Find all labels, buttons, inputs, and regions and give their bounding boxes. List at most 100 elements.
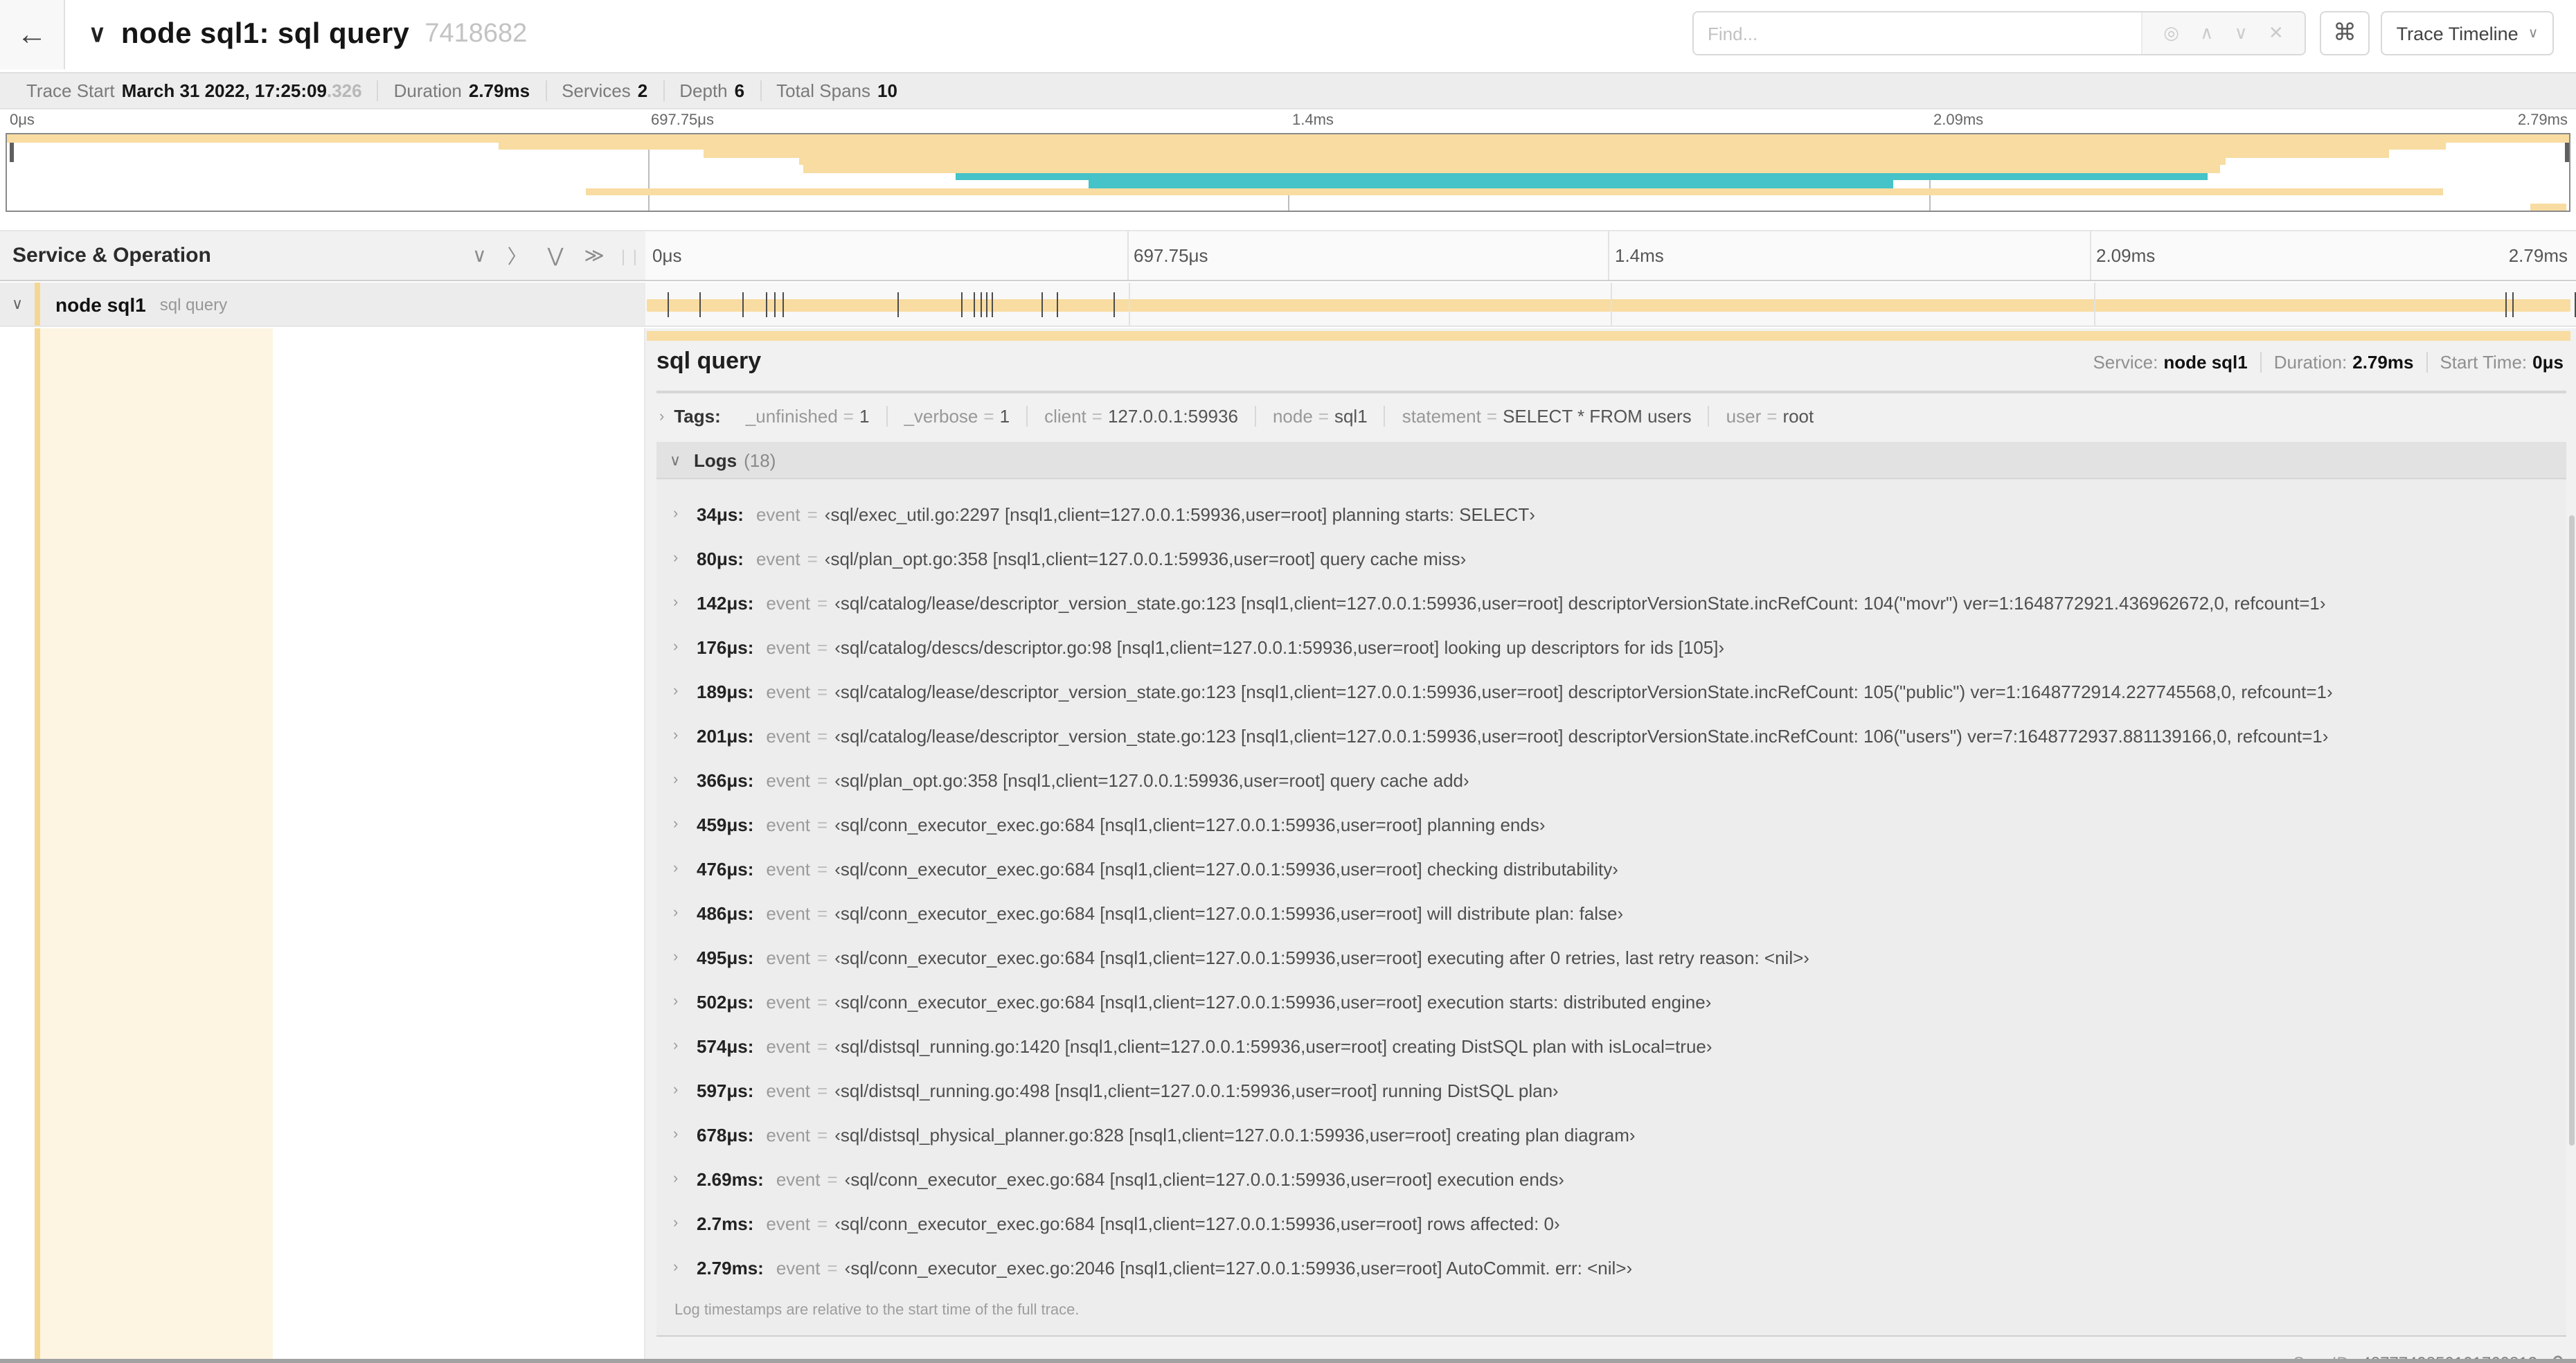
log-field-name: event: [766, 858, 811, 879]
log-entry[interactable]: › 2.7ms: event = ‹sql/conn_executor_exec.go:…: [656, 1201, 2566, 1245]
log-entry[interactable]: › 476μs: event = ‹sql/conn_executor_exec.go:…: [656, 846, 2566, 891]
log-timestamp: 34μs:: [697, 504, 744, 524]
tag-key: user: [1726, 406, 1762, 427]
ruler-gridline: [2089, 231, 2091, 280]
log-timestamp: 80μs:: [697, 548, 744, 569]
log-field-name: event: [766, 902, 811, 923]
span-row: ∨ node sql1 sql query: [0, 283, 2576, 327]
keyboard-shortcuts-button[interactable]: ⌘: [2320, 11, 2370, 55]
minimap-tick-label: 2.79ms: [2517, 112, 2568, 129]
minimap-tick-label: 1.4ms: [1292, 112, 1334, 129]
row-collapse-icon[interactable]: ∨: [0, 295, 35, 313]
log-entry[interactable]: › 2.69ms: event = ‹sql/conn_executor_exec.go…: [656, 1157, 2566, 1201]
tag-key: _verbose: [904, 406, 978, 427]
log-entry[interactable]: › 459μs: event = ‹sql/conn_executor_exec.go:…: [656, 802, 2566, 846]
minimap-span: [955, 172, 2208, 180]
collapse-one-icon[interactable]: ∨: [472, 244, 487, 267]
service-color-stripe: [35, 328, 40, 1359]
prev-match-icon[interactable]: ∧: [2200, 22, 2213, 44]
logs-header[interactable]: ∨ Logs (18): [656, 442, 2566, 479]
trace-id: 7418682: [424, 19, 528, 48]
next-match-icon[interactable]: ∨: [2235, 22, 2248, 44]
log-timestamp: 597μs:: [697, 1080, 754, 1101]
span-row-label[interactable]: ∨ node sql1 sql query: [0, 283, 645, 326]
minimap-span: [798, 157, 2226, 165]
log-entry[interactable]: › 486μs: event = ‹sql/conn_executor_exec.go:…: [656, 891, 2566, 935]
log-entry[interactable]: › 80μs: event = ‹sql/plan_opt.go:358 [nsql1,…: [656, 536, 2566, 580]
tag-list: _unfinished = 1 _verbose = 1 client = 127.0.0.1:…: [729, 406, 1830, 427]
chevron-right-icon: ›: [673, 1259, 679, 1276]
locate-icon[interactable]: ◎: [2163, 22, 2179, 44]
trace-services: Services 2: [546, 80, 665, 101]
trace-summary-bar: Trace Start March 31 2022, 17:25:09.326 D…: [0, 72, 2576, 109]
minimap-span: [7, 134, 2569, 142]
tags-row[interactable]: › Tags: _unfinished = 1 _verbose = 1 client = 12…: [659, 406, 2566, 427]
row-gridline: [2093, 283, 2095, 326]
command-icon: ⌘: [2333, 19, 2356, 46]
collapse-all-icon[interactable]: ⋁: [548, 244, 564, 267]
detail-meta: Service: node sql1 Duration: 2.79ms Start …: [2080, 352, 2566, 373]
detail-duration: Duration: 2.79ms: [2262, 352, 2428, 373]
log-field-name: event: [766, 947, 811, 968]
log-marker: [1057, 292, 1059, 317]
minimap-ruler: 0μs 697.75μs 1.4ms 2.09ms 2.79ms: [6, 111, 2570, 133]
log-entry[interactable]: › 189μs: event = ‹sql/catalog/lease/descript…: [656, 669, 2566, 713]
trace-minimap: 0μs 697.75μs 1.4ms 2.09ms 2.79ms: [0, 111, 2576, 219]
log-timestamp: 142μs:: [697, 592, 754, 613]
log-timestamp: 2.79ms:: [697, 1257, 764, 1278]
logs-footnote: Log timestamps are relative to the start…: [674, 1302, 1080, 1319]
log-equals: =: [817, 725, 828, 746]
log-value: ‹sql/conn_executor_exec.go:684 [nsql1,cl…: [834, 991, 1712, 1012]
minimap-tick-label: 697.75μs: [651, 112, 714, 129]
log-equals: =: [827, 1257, 838, 1278]
log-entry[interactable]: › 34μs: event = ‹sql/exec_util.go:2297 [nsql…: [656, 492, 2566, 536]
log-entry[interactable]: › 2.79ms: event = ‹sql/conn_executor_exec.go…: [656, 1245, 2566, 1290]
log-marker: [667, 292, 669, 317]
find-input[interactable]: [1694, 12, 2141, 54]
column-resize-handle[interactable]: | |: [621, 246, 645, 265]
back-button[interactable]: ←: [0, 0, 65, 69]
log-timestamp: 2.7ms:: [697, 1213, 754, 1233]
view-dropdown-button[interactable]: Trace Timeline ∨: [2381, 11, 2554, 55]
expand-all-icon[interactable]: ≫: [584, 244, 605, 267]
chevron-right-icon: ›: [673, 1082, 679, 1098]
log-marker: [742, 292, 744, 317]
tag-key: statement: [1402, 406, 1481, 427]
log-entry[interactable]: › 366μs: event = ‹sql/plan_opt.go:358 [nsql1…: [656, 758, 2566, 802]
span-detail-area: sql query Service: node sql1 Duration: 2.7…: [0, 328, 2576, 1363]
log-equals: =: [817, 769, 828, 790]
log-entry[interactable]: › 495μs: event = ‹sql/conn_executor_exec.go:…: [656, 935, 2566, 979]
span-duration-bar[interactable]: [647, 299, 2570, 312]
log-equals: =: [817, 1080, 828, 1101]
tag-value: SELECT * FROM users: [1503, 406, 1692, 427]
log-value: ‹sql/catalog/lease/descriptor_version_st…: [834, 592, 2326, 613]
clear-search-icon[interactable]: ✕: [2269, 22, 2284, 44]
log-value: ‹sql/catalog/lease/descriptor_version_st…: [834, 725, 2329, 746]
minimap-canvas[interactable]: [6, 133, 2570, 212]
log-entry[interactable]: › 597μs: event = ‹sql/distsql_running.go:498…: [656, 1068, 2566, 1112]
detail-left-column: [0, 328, 645, 1359]
log-equals: =: [817, 902, 828, 923]
log-entry[interactable]: › 201μs: event = ‹sql/catalog/lease/descript…: [656, 713, 2566, 758]
log-entry[interactable]: › 678μs: event = ‹sql/distsql_physical_plann…: [656, 1112, 2566, 1157]
tag-key: _unfinished: [745, 406, 838, 427]
chevron-right-icon: ›: [673, 683, 679, 700]
log-entry[interactable]: › 142μs: event = ‹sql/catalog/lease/descript…: [656, 580, 2566, 625]
expand-one-icon[interactable]: 〉: [508, 242, 527, 269]
trace-collapse-icon[interactable]: ∨: [89, 21, 106, 48]
log-timestamp: 502μs:: [697, 991, 754, 1012]
tag: client = 127.0.0.1:59936: [1028, 406, 1256, 427]
timeline-ruler: 0μs 697.75μs 1.4ms 2.09ms 2.79ms: [645, 231, 2570, 280]
log-entry[interactable]: › 574μs: event = ‹sql/distsql_running.go:142…: [656, 1024, 2566, 1068]
vertical-scrollbar[interactable]: [2569, 515, 2575, 1146]
log-marker: [980, 292, 982, 317]
chevron-right-icon: ›: [673, 1126, 679, 1143]
span-row-timeline[interactable]: [645, 283, 2576, 326]
log-entry[interactable]: › 176μs: event = ‹sql/catalog/descs/descript…: [656, 625, 2566, 669]
timeline-tick-label: 1.4ms: [1615, 245, 1664, 266]
chevron-right-icon: ›: [673, 727, 679, 744]
log-entry[interactable]: › 502μs: event = ‹sql/conn_executor_exec.go:…: [656, 979, 2566, 1024]
minimap-span: [586, 188, 2444, 195]
trace-start: Trace Start March 31 2022, 17:25:09.326: [11, 80, 379, 101]
tag-key: client: [1044, 406, 1086, 427]
